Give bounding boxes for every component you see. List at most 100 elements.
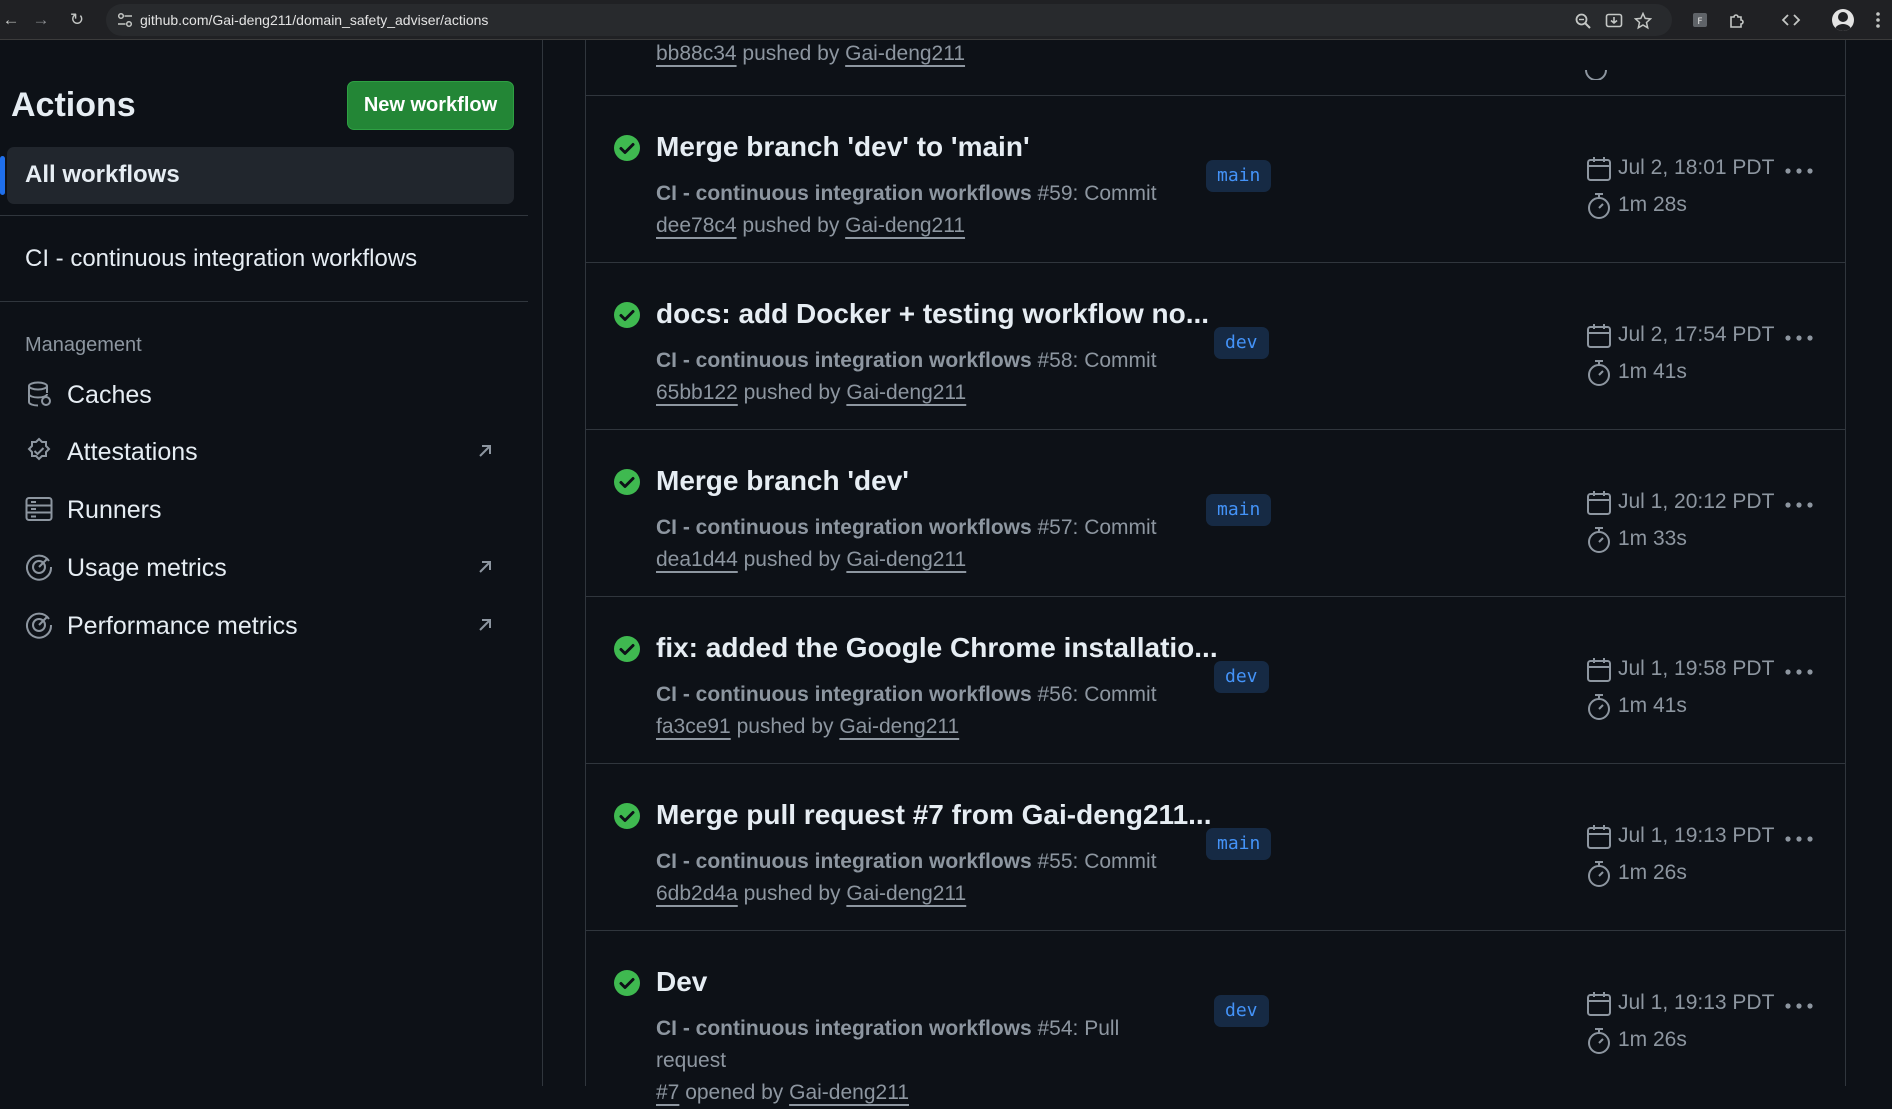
kebab-menu-icon[interactable]	[1782, 826, 1816, 852]
run-title-link[interactable]: docs: add Docker + testing workflow no..…	[656, 298, 1209, 330]
branch-label[interactable]: main	[1206, 160, 1272, 192]
workflow-name: CI - continuous integration workflows	[656, 850, 1032, 873]
success-check-icon	[614, 803, 640, 829]
user-link[interactable]: Gai-deng211	[845, 42, 965, 65]
active-indicator	[0, 156, 5, 195]
forward-icon[interactable]: →	[30, 9, 52, 31]
run-title-link[interactable]: Merge branch 'dev' to 'main'	[656, 131, 1030, 163]
kebab-menu-icon[interactable]	[1782, 158, 1816, 184]
browser-menu-icon[interactable]	[1875, 9, 1881, 31]
success-check-icon	[614, 302, 640, 328]
workflow-run-row[interactable]: docs: add Docker + testing workflow no..…	[586, 262, 1845, 430]
user-link[interactable]: Gai-deng211	[789, 1081, 909, 1104]
external-link-icon	[479, 561, 491, 573]
run-duration: 1m 26s	[1618, 861, 1687, 884]
ref-link[interactable]: dea1d44	[656, 548, 738, 571]
kebab-menu-icon[interactable]	[1782, 492, 1816, 518]
workflow-run-row[interactable]: Merge branch 'dev' to 'main' CI - contin…	[586, 95, 1845, 263]
commit-link[interactable]: bb88c34	[656, 42, 737, 65]
workflow-run-row[interactable]: Dev CI - continuous integration workflow…	[586, 930, 1845, 1104]
workflow-name: CI - continuous integration workflows	[656, 1017, 1032, 1040]
workflow-run-row[interactable]: Merge branch 'dev' CI - continuous integ…	[586, 429, 1845, 597]
user-link[interactable]: Gai-deng211	[846, 381, 966, 404]
sidebar-item-runners[interactable]: Runners	[25, 490, 520, 530]
run-date: Jul 1, 19:58 PDT	[1618, 657, 1775, 680]
reload-icon[interactable]: ↻	[66, 9, 88, 31]
sidebar-item-caches[interactable]: Caches	[25, 375, 520, 415]
extension-icon[interactable]: F	[1690, 10, 1710, 30]
stopwatch-icon	[1588, 861, 1610, 887]
branch-label[interactable]: dev	[1214, 995, 1269, 1027]
address-bar[interactable]: github.com/Gai-deng211/domain_safety_adv…	[106, 4, 1672, 36]
run-duration: 1m 41s	[1618, 360, 1687, 383]
user-link[interactable]: Gai-deng211	[845, 214, 965, 237]
stopwatch-icon	[1588, 360, 1610, 386]
new-workflow-button[interactable]: New workflow	[347, 81, 514, 130]
run-duration: 1m 28s	[1618, 193, 1687, 216]
ref-link[interactable]: 6db2d4a	[656, 882, 738, 905]
install-app-icon[interactable]	[1605, 12, 1623, 30]
sidebar-item-attestations[interactable]: Attestations	[25, 432, 520, 472]
sidebar-item-usage-metrics[interactable]: Usage metrics	[25, 548, 520, 588]
stopwatch-icon	[1588, 1028, 1610, 1054]
calendar-icon	[1587, 992, 1611, 1016]
user-link[interactable]: Gai-deng211	[846, 548, 966, 571]
zoom-icon[interactable]	[1574, 12, 1592, 30]
kebab-menu-icon[interactable]	[1782, 993, 1816, 1019]
branch-label[interactable]: main	[1206, 828, 1272, 860]
action-text: pushed by	[737, 882, 847, 905]
divider	[0, 215, 528, 216]
kebab-menu-icon[interactable]	[1782, 325, 1816, 351]
site-info-icon[interactable]	[116, 11, 134, 29]
run-title-link[interactable]: fix: added the Google Chrome installatio…	[656, 632, 1218, 664]
profile-avatar[interactable]	[1832, 9, 1854, 31]
run-duration: 1m 26s	[1618, 1028, 1687, 1051]
workflow-name: CI - continuous integration workflows	[656, 516, 1032, 539]
run-duration: 1m 33s	[1618, 527, 1687, 550]
run-duration: 1m 41s	[1618, 694, 1687, 717]
workflow-run-row[interactable]: fix: added the Google Chrome installatio…	[586, 596, 1845, 764]
workflow-name: CI - continuous integration workflows	[656, 349, 1032, 372]
branch-label[interactable]: main	[1206, 494, 1272, 526]
sidebar-item-ci-workflow[interactable]: CI - continuous integration workflows	[25, 245, 417, 273]
server-icon	[25, 497, 53, 521]
actions-sidebar: Actions New workflow All workflows CI - …	[0, 40, 543, 1086]
extensions-puzzle-icon[interactable]	[1727, 10, 1747, 30]
stopwatch-icon	[1588, 527, 1610, 553]
run-date: Jul 2, 18:01 PDT	[1618, 156, 1775, 179]
sidebar-item-label: Usage metrics	[67, 554, 227, 582]
sidebar-item-all-workflows[interactable]: All workflows	[0, 147, 514, 204]
run-meta: CI - continuous integration workflows #5…	[656, 512, 1176, 576]
url-text: github.com/Gai-deng211/domain_safety_adv…	[140, 12, 489, 28]
run-number: #55: Commit	[1031, 850, 1157, 873]
management-heading: Management	[25, 334, 142, 356]
sidebar-item-performance-metrics[interactable]: Performance metrics	[25, 606, 520, 646]
back-icon[interactable]: ←	[0, 9, 22, 31]
action-text: pushed by	[730, 715, 840, 738]
workflow-run-row[interactable]: Merge pull request #7 from Gai-deng211..…	[586, 763, 1845, 931]
stopwatch-icon	[1588, 193, 1610, 219]
ref-link[interactable]: dee78c4	[656, 214, 737, 237]
branch-label[interactable]: dev	[1214, 661, 1269, 693]
meter-icon	[26, 554, 53, 581]
run-date: Jul 2, 17:54 PDT	[1618, 323, 1775, 346]
run-title-link[interactable]: Merge pull request #7 from Gai-deng211..…	[656, 799, 1212, 831]
stopwatch-icon	[1588, 694, 1610, 720]
run-number: #56: Commit	[1031, 683, 1157, 706]
run-number: #57: Commit	[1031, 516, 1157, 539]
bookmark-star-icon[interactable]	[1634, 12, 1652, 30]
run-title-link[interactable]: Dev	[656, 966, 707, 998]
divider	[0, 301, 528, 302]
user-link[interactable]: Gai-deng211	[846, 882, 966, 905]
ref-link[interactable]: 65bb122	[656, 381, 738, 404]
ref-link[interactable]: #7	[656, 1081, 679, 1104]
user-link[interactable]: Gai-deng211	[839, 715, 959, 738]
external-link-icon	[479, 445, 491, 457]
devtools-code-icon[interactable]	[1781, 10, 1801, 30]
workflow-name: CI - continuous integration workflows	[656, 182, 1032, 205]
run-title-link[interactable]: Merge branch 'dev'	[656, 465, 909, 497]
kebab-menu-icon[interactable]	[1782, 659, 1816, 685]
ref-link[interactable]: fa3ce91	[656, 715, 731, 738]
sidebar-item-label: Runners	[67, 496, 162, 524]
branch-label[interactable]: dev	[1214, 327, 1269, 359]
